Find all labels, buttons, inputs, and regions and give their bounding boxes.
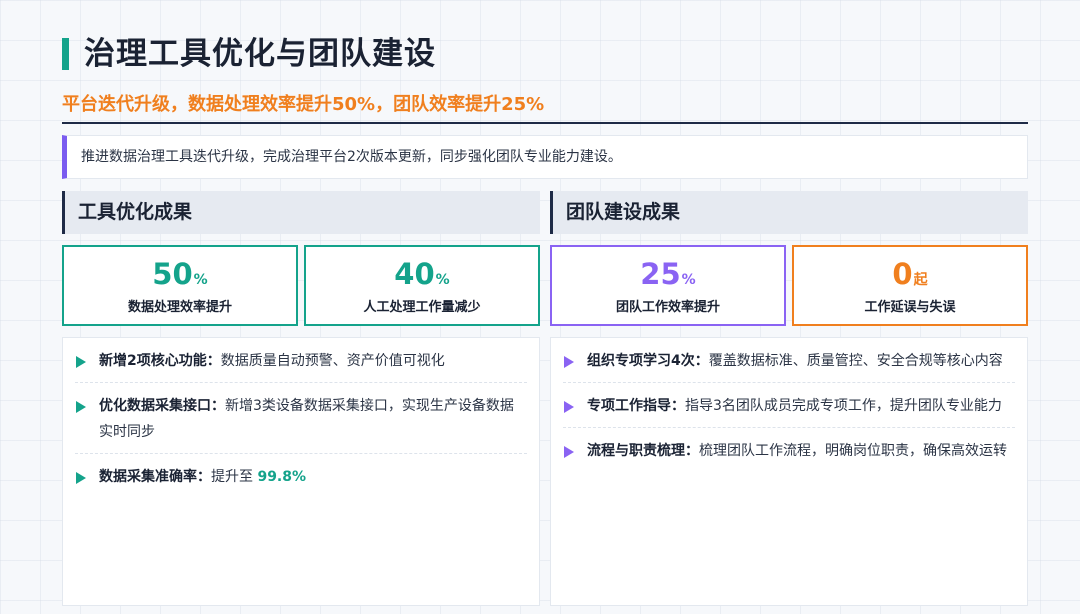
stat-label: 团队工作效率提升	[615, 300, 720, 315]
list-item: 专项工作指导：指导3名团队成员完成专项工作，提升团队专业能力	[563, 393, 1015, 428]
stat-value: 25%	[552, 257, 784, 291]
triangle-bullet-icon	[76, 401, 86, 413]
list-item: 优化数据采集接口：新增3类设备数据采集接口，实现生产设备数据实时同步	[75, 393, 527, 454]
team-results-panel: 组织专项学习4次：覆盖数据标准、质量管控、安全合规等核心内容 专项工作指导：指导…	[550, 337, 1028, 606]
stat-card-team-efficiency: 25% 团队工作效率提升	[550, 245, 786, 326]
intro-banner: 推进数据治理工具迭代升级，完成治理平台2次版本更新，同步强化团队专业能力建设。	[62, 135, 1028, 179]
page-title: 治理工具优化与团队建设	[84, 36, 436, 72]
stat-label: 数据处理效率提升	[127, 300, 232, 315]
list-item: 流程与职责梳理：梳理团队工作流程，明确岗位职责，确保高效运转	[563, 438, 1015, 472]
section-heading-team: 团队建设成果	[550, 191, 1028, 234]
item-title: 专项工作指导：	[587, 398, 685, 414]
item-text: 梳理团队工作流程，明确岗位职责，确保高效运转	[699, 443, 1007, 459]
stat-number: 50	[152, 257, 193, 291]
list-item: 新增2项核心功能：数据质量自动预警、资产价值可视化	[75, 348, 527, 383]
stat-unit: %	[435, 272, 450, 288]
list-item: 数据采集准确率：提升至 99.8%	[75, 464, 527, 498]
triangle-bullet-icon	[76, 472, 86, 484]
tools-results-panel: 新增2项核心功能：数据质量自动预警、资产价值可视化 优化数据采集接口：新增3类设…	[62, 337, 540, 606]
item-title: 流程与职责梳理：	[587, 443, 699, 459]
triangle-bullet-icon	[76, 356, 86, 368]
stat-unit: 起	[913, 272, 928, 288]
stat-label: 人工处理工作量减少	[363, 300, 481, 315]
stat-number: 40	[394, 257, 435, 291]
item-title: 优化数据采集接口：	[99, 398, 225, 414]
item-text: 指导3名团队成员完成专项工作，提升团队专业能力	[685, 398, 1002, 414]
stat-value: 50%	[64, 257, 296, 291]
list-item: 组织专项学习4次：覆盖数据标准、质量管控、安全合规等核心内容	[563, 348, 1015, 383]
highlight-value: 99.8%	[257, 469, 307, 485]
stat-number: 0	[892, 257, 913, 291]
stat-card-errors: 0起 工作延误与失误	[792, 245, 1028, 326]
stat-unit: %	[193, 272, 208, 288]
triangle-bullet-icon	[564, 401, 574, 413]
title-divider	[62, 122, 1028, 124]
triangle-bullet-icon	[564, 446, 574, 458]
section-heading-tools: 工具优化成果	[62, 191, 540, 234]
item-title: 组织专项学习4次：	[587, 353, 709, 369]
stat-number: 25	[640, 257, 681, 291]
stat-label: 工作延误与失误	[864, 300, 956, 315]
stat-value: 40%	[306, 257, 538, 291]
item-title: 数据采集准确率：	[99, 469, 211, 485]
page-subtitle: 平台迭代升级，数据处理效率提升50%，团队效率提升25%	[62, 94, 545, 115]
item-title: 新增2项核心功能：	[99, 353, 221, 369]
stat-card-efficiency: 50% 数据处理效率提升	[62, 245, 298, 326]
stat-unit: %	[681, 272, 696, 288]
triangle-bullet-icon	[564, 356, 574, 368]
stat-value: 0起	[794, 257, 1026, 291]
item-text: 提升至	[211, 469, 258, 485]
stat-card-workload: 40% 人工处理工作量减少	[304, 245, 540, 326]
item-text: 数据质量自动预警、资产价值可视化	[220, 353, 445, 369]
title-accent-bar	[62, 38, 69, 70]
item-text: 覆盖数据标准、质量管控、安全合规等核心内容	[708, 353, 1003, 369]
